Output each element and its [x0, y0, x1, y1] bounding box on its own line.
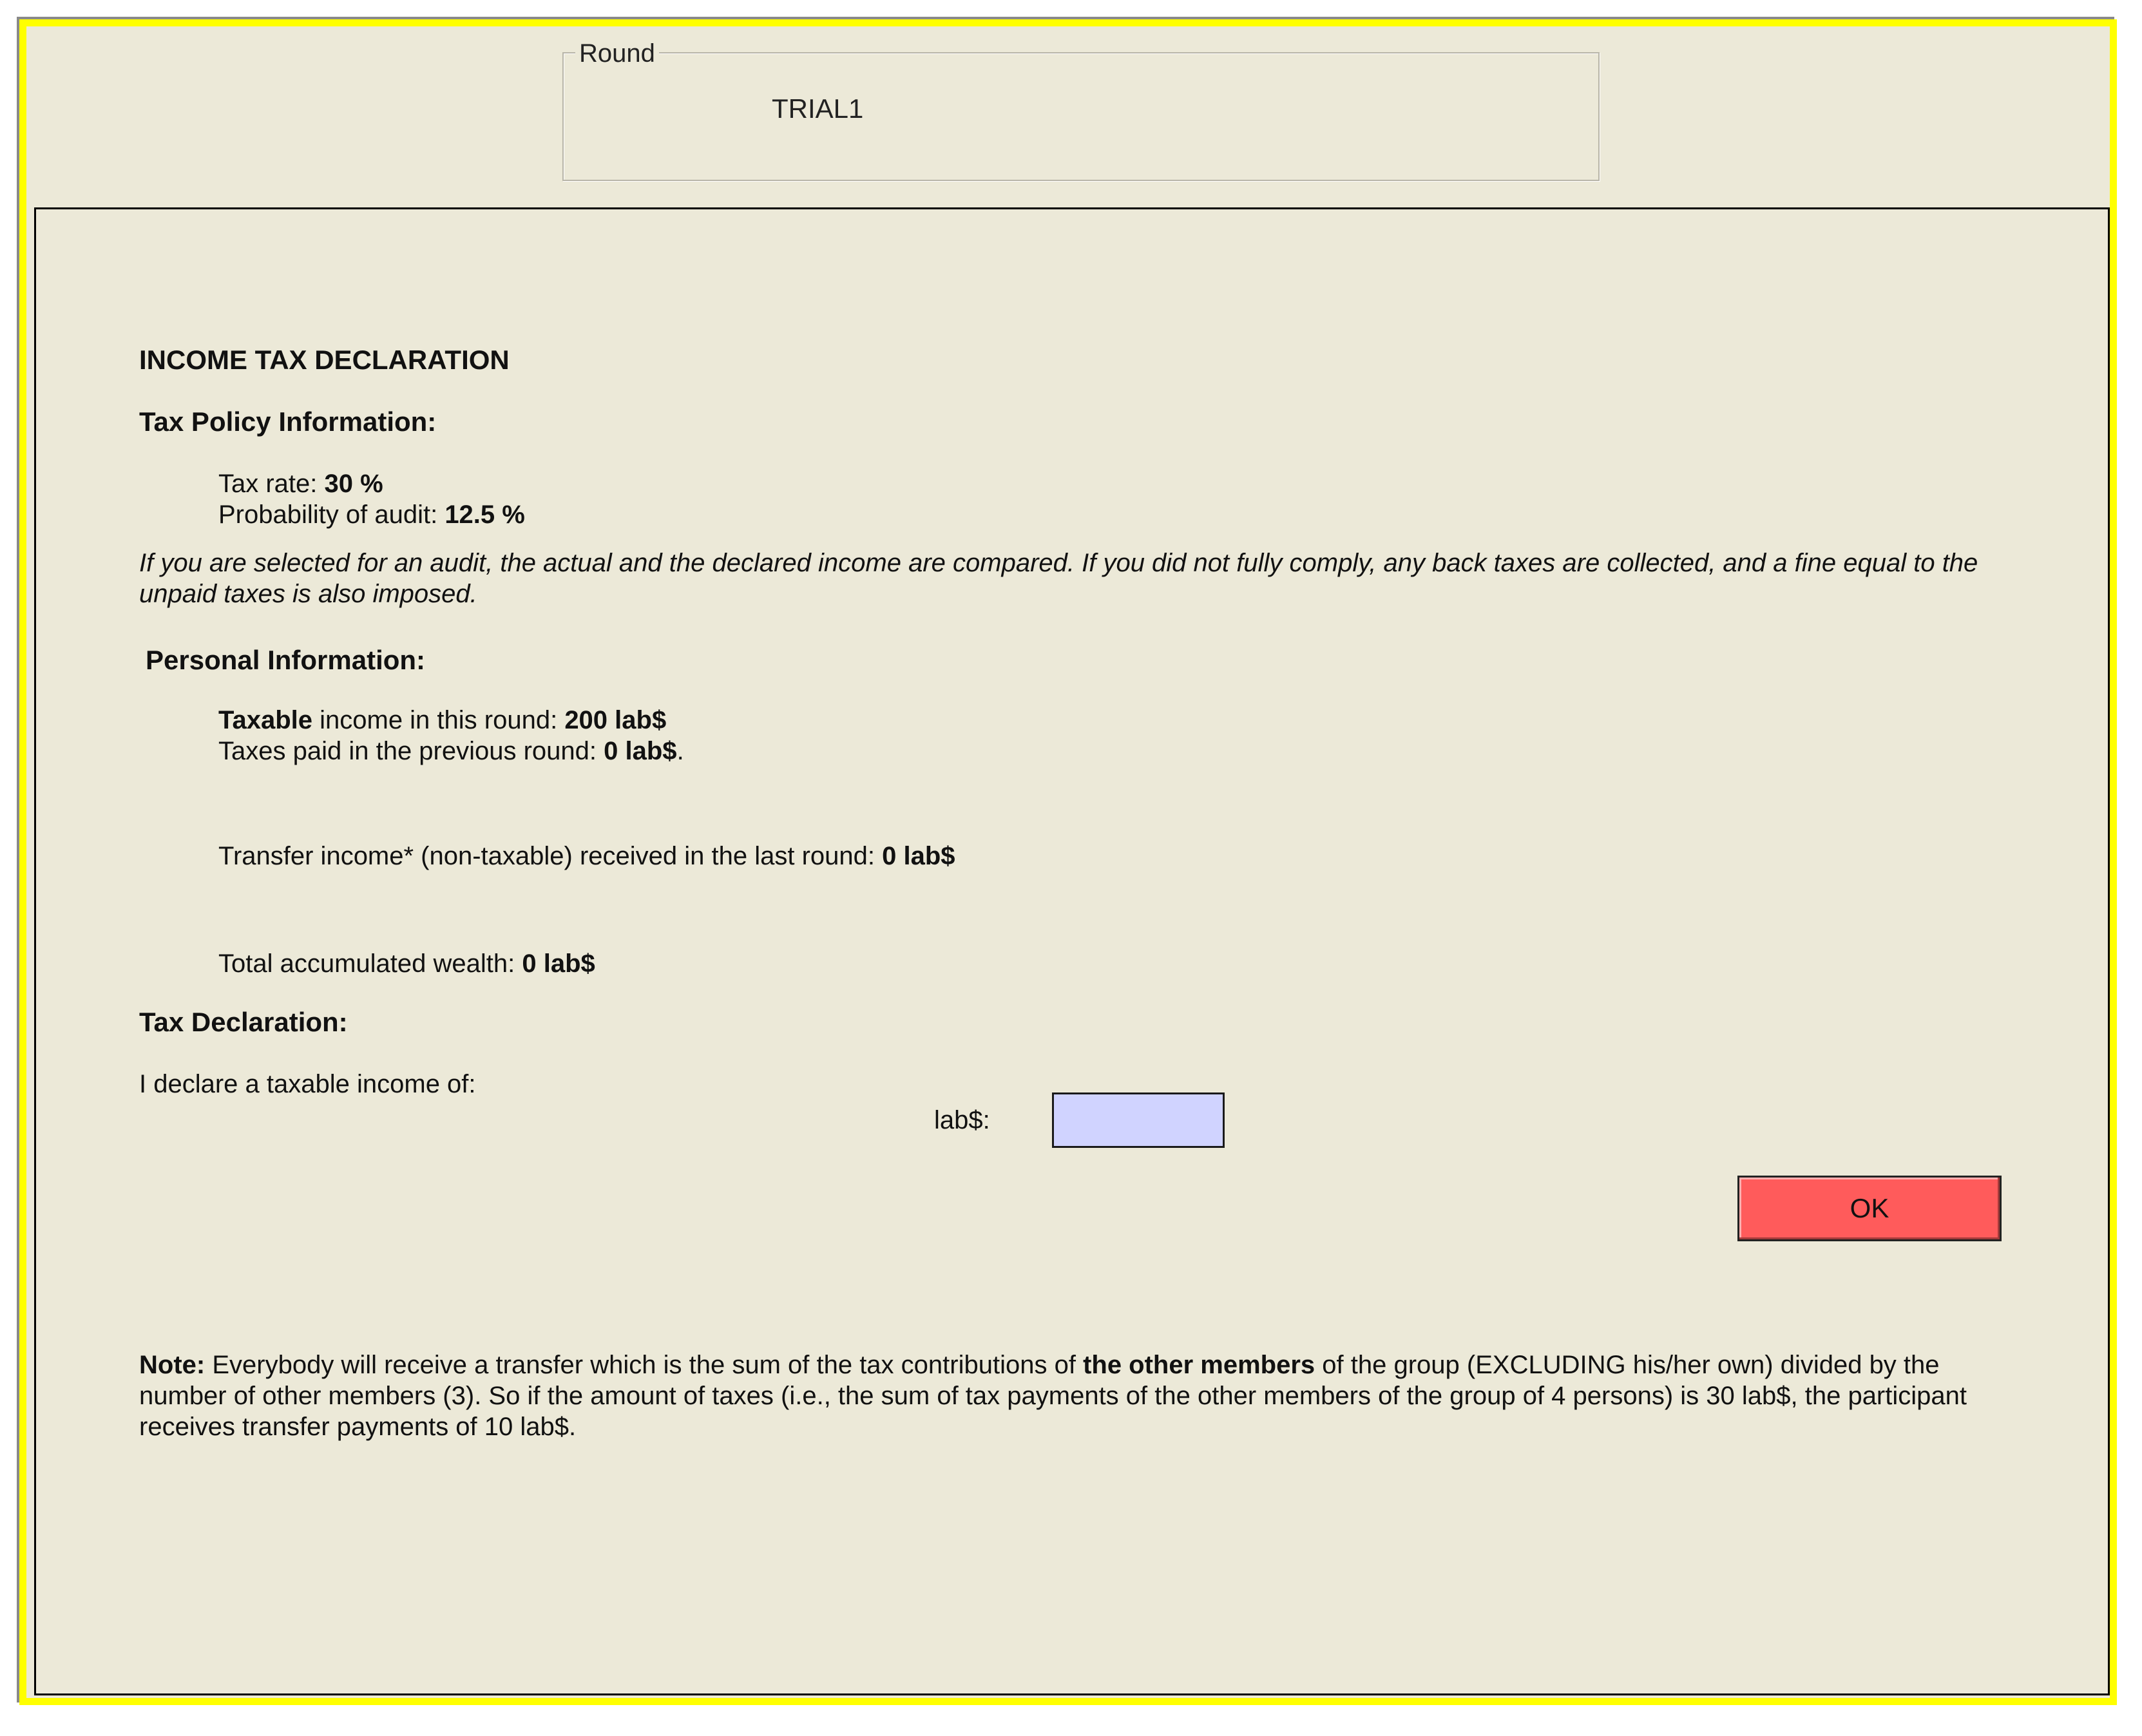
tax-rate-line: Tax rate: 30 % — [218, 468, 383, 499]
personal-info-heading: Personal Information: — [146, 645, 426, 675]
round-legend: Round — [575, 39, 659, 68]
tax-policy-heading: Tax Policy Information: — [139, 406, 437, 437]
transfer-income-line: Transfer income* (non-taxable) received … — [218, 841, 955, 872]
round-value: TRIAL1 — [772, 93, 864, 124]
note-lead: Note: — [139, 1351, 206, 1379]
transfer-income-label: Transfer income* (non-taxable) received … — [218, 842, 883, 870]
currency-label: lab$: — [934, 1106, 990, 1134]
experiment-window: Round TRIAL1 INCOME TAX DECLARATION Tax … — [19, 19, 2117, 1705]
transfer-note: Note: Everybody will receive a transfer … — [139, 1350, 2020, 1442]
audit-probability-label: Probability of audit: — [218, 501, 445, 529]
declaration-panel: INCOME TAX DECLARATION Tax Policy Inform… — [34, 207, 2110, 1695]
declaration-prompt: I declare a taxable income of: — [139, 1070, 476, 1098]
taxable-word: Taxable — [218, 706, 312, 734]
taxable-income-line: Taxable income in this round: 200 lab$ — [218, 705, 666, 736]
round-group-box: Round TRIAL1 — [562, 39, 1600, 181]
note-text-part1: Everybody will receive a transfer which … — [205, 1351, 1084, 1379]
page-title: INCOME TAX DECLARATION — [139, 345, 510, 375]
accumulated-wealth-value: 0 lab$ — [522, 949, 595, 978]
audit-explanation: If you are selected for an audit, the ac… — [139, 549, 1978, 608]
accumulated-wealth-line: Total accumulated wealth: 0 lab$ — [218, 948, 595, 979]
audit-probability-line: Probability of audit: 12.5 % — [218, 499, 525, 530]
tax-declaration-heading: Tax Declaration: — [139, 1007, 348, 1037]
transfer-income-value: 0 lab$ — [882, 842, 955, 870]
declared-income-input[interactable] — [1052, 1092, 1225, 1148]
ok-button[interactable]: OK — [1737, 1176, 2002, 1241]
tax-rate-value: 30 % — [324, 470, 383, 498]
accumulated-wealth-label: Total accumulated wealth: — [218, 949, 522, 978]
taxes-paid-line: Taxes paid in the previous round: 0 lab$… — [218, 736, 684, 767]
taxes-paid-suffix: . — [676, 737, 684, 765]
tax-rate-label: Tax rate: — [218, 470, 325, 498]
taxable-income-value: 200 lab$ — [564, 706, 667, 734]
audit-probability-value: 12.5 % — [445, 501, 525, 529]
taxes-paid-value: 0 lab$ — [604, 737, 677, 765]
note-bold-phrase: the other members — [1083, 1351, 1315, 1379]
taxable-income-label: income in this round: — [312, 706, 565, 734]
taxes-paid-label: Taxes paid in the previous round: — [218, 737, 604, 765]
